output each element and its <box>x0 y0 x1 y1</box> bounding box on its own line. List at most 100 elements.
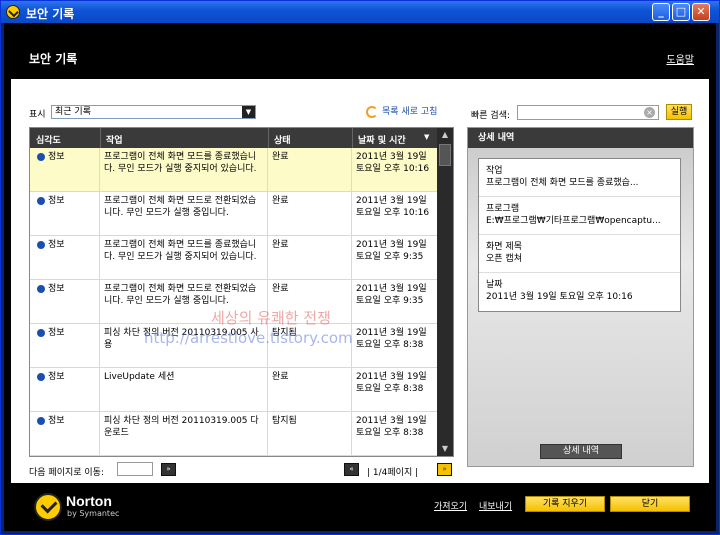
close-button[interactable]: 닫기 <box>610 496 690 512</box>
detail-label: 작업 <box>486 166 503 176</box>
severity-cell: 정보 <box>30 456 100 457</box>
refresh-list-link[interactable]: 목록 새로 고침 <box>366 104 437 118</box>
date-cell: 2011년 3월 19일 토요일 오후 9:35 <box>356 240 427 262</box>
watermark-url: http://arrestlove.tistory.com <box>144 329 353 347</box>
detail-date: 날짜 2011년 3월 19일 토요일 오후 10:16 <box>479 273 680 311</box>
show-label: 표시 <box>29 110 46 120</box>
show-filter-select[interactable]: 최근 기록 ▼ <box>51 105 256 119</box>
app-window: 보안 기록 _ □ ✕ 보안 기록 도움말 표시 최근 기록 ▼ 목록 새로 고… <box>0 0 720 535</box>
table-scrollbar[interactable]: ▲ ▼ <box>437 128 453 456</box>
severity-text: 정보 <box>48 372 65 382</box>
refresh-icon <box>366 105 378 118</box>
minimize-button[interactable]: _ <box>652 3 670 21</box>
detail-label: 날짜 <box>486 280 503 290</box>
table-row[interactable]: 정보프로그램이 전체 화면 모드를 종료했습니다. 무인 모드가 실행 중지되어… <box>30 148 437 192</box>
detail-value: 프로그램이 전체 화면 모드를 종료했습... <box>486 178 639 188</box>
content-area: 표시 최근 기록 ▼ 목록 새로 고침 빠른 검색: × 실행 심각도 작업 상… <box>11 79 709 483</box>
severity-text: 정보 <box>48 284 65 294</box>
scroll-up-icon[interactable]: ▲ <box>437 128 453 142</box>
table-body: 정보 프로그램이 전체 화면 모드를 종료했습니다. 무인 모드가 실행 중지되어… <box>30 148 437 457</box>
status-cell: 완료 <box>268 148 352 191</box>
maximize-button[interactable]: □ <box>672 3 690 21</box>
info-dot-icon <box>37 372 45 381</box>
details-button[interactable]: 상세 내역 <box>540 444 622 459</box>
brand-sub: by Symantec <box>67 509 120 518</box>
severity-text: 정보 <box>48 416 65 426</box>
column-header-date[interactable]: 날짜 및 시간 <box>358 133 406 146</box>
detail-task: 작업프로그램이 전체 화면 모드를 종료했습... <box>479 159 680 197</box>
status-cell: 완료 <box>268 236 352 279</box>
title-bar[interactable]: 보안 기록 _ □ ✕ <box>1 1 719 23</box>
window-title: 보안 기록 <box>26 7 75 21</box>
page-header: 보안 기록 도움말 <box>4 23 716 79</box>
detail-program: 프로그램 E:₩프로그램₩기타프로그램₩opencaptu... <box>479 197 680 235</box>
prev-page-button[interactable]: « <box>344 463 359 476</box>
table-row[interactable]: 정보 프로그램이 전체 화면 모드로 전환되었습니다. 무인 모드가 실행 중입니… <box>30 192 437 236</box>
info-dot-icon <box>37 416 45 425</box>
help-link[interactable]: 도움말 <box>666 51 694 66</box>
task-cell: 피싱 차단 정의 버전 20110319.005 다운로드 <box>100 412 268 455</box>
quick-search-input[interactable]: × <box>517 105 659 120</box>
next-page-button[interactable]: » <box>437 463 452 476</box>
table-row[interactable]: 정보 피싱 차단 정의 버전 20110319.005 다운로드 탐지됨 2011년 … <box>30 412 437 456</box>
date-cell: 2011년 3월 19일 토요일 오후 10:16 <box>356 196 430 218</box>
goto-page-button[interactable]: » <box>161 463 176 476</box>
import-link[interactable]: 가져오기 <box>434 499 467 512</box>
export-link[interactable]: 내보내기 <box>479 499 512 512</box>
table-row[interactable]: 정보프로그램이 전체 화면 모드를 종료했습니다. 무인 모드가 실행 중지되어… <box>30 236 437 280</box>
norton-app-icon <box>6 5 20 19</box>
brand-name: Norton <box>66 493 112 509</box>
detail-value: 2011년 3월 19일 토요일 오후 10:16 <box>486 292 633 302</box>
status-cell: 완료 <box>268 192 352 235</box>
date-cell: 2011년 3월 19일 토요일 오후 8:38 <box>356 416 427 438</box>
severity-cell: 정보 <box>30 192 100 235</box>
detail-label: 화면 제목 <box>486 242 522 252</box>
search-label: 빠른 검색: <box>471 111 511 121</box>
column-header-status[interactable]: 상태 <box>274 133 291 146</box>
severity-cell: 정보 <box>30 148 100 191</box>
severity-text: 정보 <box>48 152 65 162</box>
severity-cell: 정보 <box>30 324 100 367</box>
info-dot-icon <box>37 284 45 293</box>
info-dot-icon <box>37 196 45 205</box>
details-panel: 상세 내역 작업프로그램이 전체 화면 모드를 종료했습... 프로그램 E:₩프… <box>467 127 694 467</box>
table-row[interactable]: 정보프로그램이 전체 화면 모드를 종료했습니다. 무인 모드가 실행 중지되어… <box>30 456 437 457</box>
info-dot-icon <box>37 328 45 337</box>
goto-page-input[interactable] <box>117 462 153 476</box>
info-dot-icon <box>37 240 45 249</box>
sort-desc-icon[interactable]: ▼ <box>424 133 429 141</box>
scroll-thumb[interactable] <box>439 144 451 166</box>
column-header-severity[interactable]: 심각도 <box>36 133 61 146</box>
detail-value: E:₩프로그램₩기타프로그램₩opencaptu... <box>486 216 661 226</box>
task-cell: 프로그램이 전체 화면 모드를 종료했습니다. 무인 모드가 실행 중지되어 있… <box>100 236 268 279</box>
footer-bar: Norton by Symantec 가져오기 내보내기 기록 지우기 닫기 <box>4 483 716 531</box>
detail-value: 오픈 캡쳐 <box>486 254 522 264</box>
severity-text: 정보 <box>48 328 65 338</box>
status-cell: 탐지됨 <box>268 412 352 455</box>
severity-cell: 정보 <box>30 280 100 323</box>
norton-check-icon <box>34 493 62 521</box>
run-search-button[interactable]: 실행 <box>666 104 692 120</box>
close-window-button[interactable]: ✕ <box>692 3 710 21</box>
date-cell: 2011년 3월 19일 토요일 오후 9:35 <box>356 284 427 306</box>
page-indicator: | 1/4페이지 | <box>367 468 419 478</box>
severity-cell: 정보 <box>30 236 100 279</box>
clear-search-icon[interactable]: × <box>644 107 655 118</box>
details-list: 작업프로그램이 전체 화면 모드를 종료했습... 프로그램 E:₩프로그램₩기타… <box>478 158 681 312</box>
task-cell: 프로그램이 전체 화면 모드를 종료했습니다. 무인 모드가 실행 중지되어 있… <box>100 456 268 457</box>
detail-window-title: 화면 제목오픈 캡쳐 <box>479 235 680 273</box>
status-cell: 완료 <box>268 368 352 411</box>
task-cell: LiveUpdate 세션 <box>100 368 268 411</box>
table-row[interactable]: 정보 LiveUpdate 세션 완료 2011년 3월 19일 토요일 오후 8:3… <box>30 368 437 412</box>
column-header-task[interactable]: 작업 <box>106 133 123 146</box>
refresh-label: 목록 새로 고침 <box>382 107 438 117</box>
clear-history-button[interactable]: 기록 지우기 <box>525 496 605 512</box>
scroll-down-icon[interactable]: ▼ <box>437 442 453 456</box>
severity-cell: 정보 <box>30 412 100 455</box>
chevron-down-icon[interactable]: ▼ <box>242 106 255 118</box>
severity-text: 정보 <box>48 196 65 206</box>
date-cell: 2011년 3월 19일 토요일 오후 8:38 <box>356 372 427 394</box>
detail-label: 프로그램 <box>486 204 520 214</box>
severity-cell: 정보 <box>30 368 100 411</box>
main-frame: 보안 기록 도움말 표시 최근 기록 ▼ 목록 새로 고침 빠른 검색: × 실… <box>4 23 716 531</box>
